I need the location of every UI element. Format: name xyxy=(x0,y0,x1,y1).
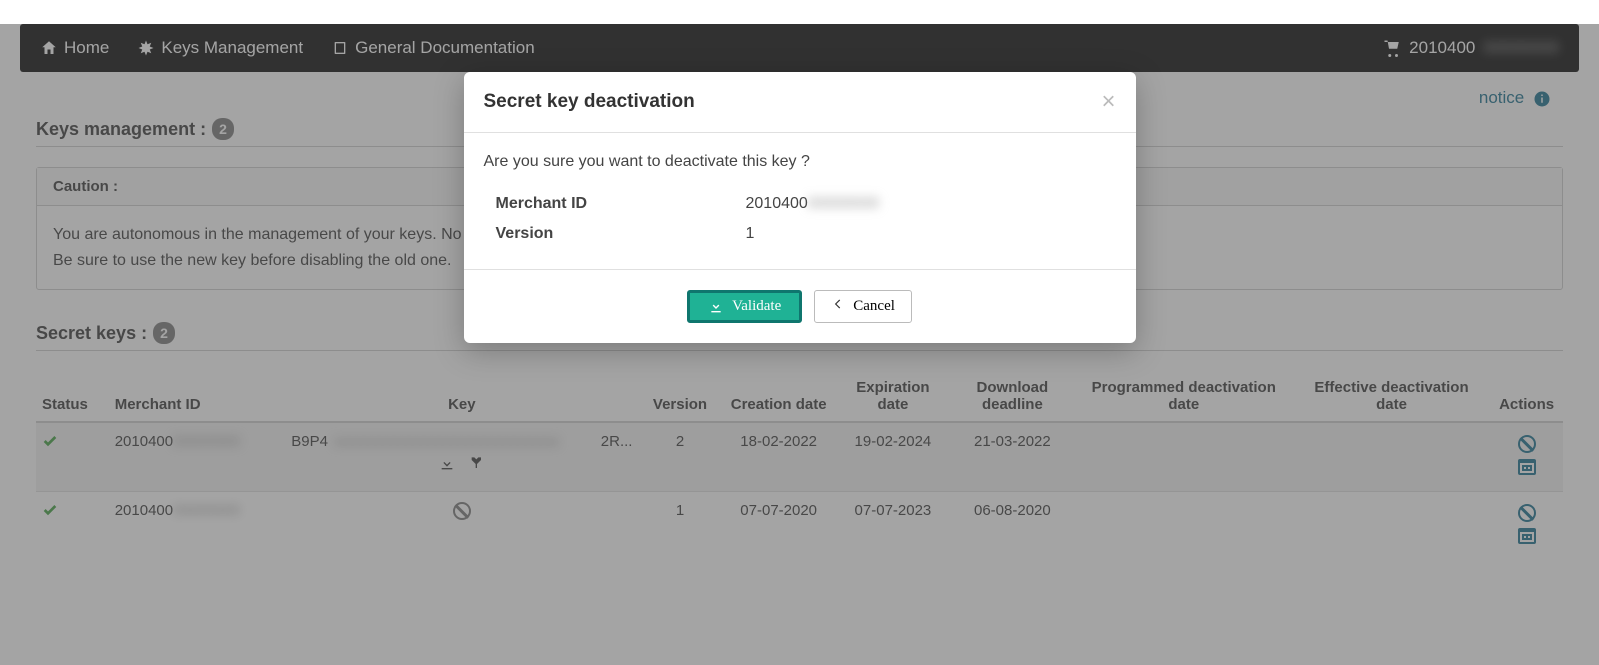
cancel-button[interactable]: Cancel xyxy=(814,290,912,323)
chevron-left-icon xyxy=(831,297,845,316)
validate-label: Validate xyxy=(732,298,781,315)
modal-version-row: Version 1 xyxy=(484,219,1116,249)
modal-merchant-label: Merchant ID xyxy=(496,195,746,213)
modal-header: Secret key deactivation × xyxy=(464,72,1136,133)
modal-version-label: Version xyxy=(496,225,746,243)
modal-merchant-row: Merchant ID 201040000000000 xyxy=(484,189,1116,219)
close-icon[interactable]: × xyxy=(1101,90,1115,114)
validate-button[interactable]: Validate xyxy=(687,290,802,323)
modal-title: Secret key deactivation xyxy=(484,91,695,113)
modal-merchant-value-visible: 2010400 xyxy=(746,195,808,212)
modal-overlay: Secret key deactivation × Are you sure y… xyxy=(0,24,1599,665)
modal-merchant-value: 201040000000000 xyxy=(746,195,1116,213)
modal-body: Are you sure you want to deactivate this… xyxy=(464,133,1136,269)
modal-footer: Validate Cancel xyxy=(464,269,1136,343)
modal-question: Are you sure you want to deactivate this… xyxy=(484,153,1116,171)
modal-merchant-value-blurred: 00000000 xyxy=(808,195,879,212)
cancel-label: Cancel xyxy=(853,298,895,315)
download-underline-icon xyxy=(708,299,724,315)
modal-version-value: 1 xyxy=(746,225,1116,243)
deactivation-modal: Secret key deactivation × Are you sure y… xyxy=(464,72,1136,343)
